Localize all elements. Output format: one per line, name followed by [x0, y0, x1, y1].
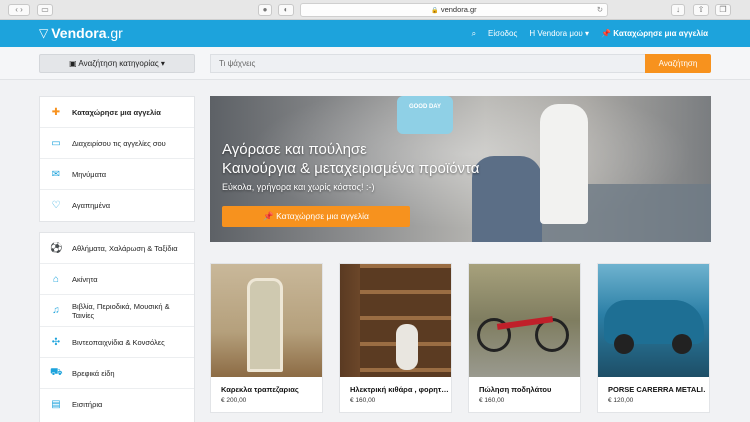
sidebar-item-video-games[interactable]: ✣ Βιντεοπαιχνίδια & Κονσόλες	[40, 327, 194, 358]
sidebar-item-favorites[interactable]: ♡ Αγαπημένα	[40, 190, 194, 221]
sidebar-item-label: Μηνύματα	[72, 169, 107, 179]
hero-person-image	[472, 156, 542, 242]
hero-title-line: Αγόρασε και πούλησε	[222, 141, 367, 158]
sidebar-item-label: Αθλήματα, Χαλάρωση & Ταξίδια	[72, 243, 178, 253]
search-input[interactable]: Τι ψάχνεις	[210, 54, 646, 73]
sidebar-item-sports[interactable]: ⚽ Αθλήματα, Χαλάρωση & Ταξίδια	[40, 233, 194, 264]
sidebar-item-manage-ads[interactable]: ▭ Διαχειρίσου τις αγγελίες σου	[40, 128, 194, 159]
hero-banner: GOOD DAY Αγόρασε και πούλησε Καινούργια …	[210, 96, 711, 242]
lock-icon: 🔒	[431, 8, 439, 14]
account-menu: ✚ Καταχώρησε μια αγγελία ▭ Διαχειρίσου τις…	[39, 96, 195, 222]
hero-post-ad-button[interactable]: 📌 Καταχώρησε μια αγγελία	[222, 206, 410, 227]
search-button[interactable]: Αναζήτηση	[645, 54, 711, 73]
folder-icon: ▭	[51, 137, 61, 149]
back-forward-buttons[interactable]: ‹ ›	[8, 4, 30, 16]
sidebar-item-label: Βιβλία, Περιοδικά, Μουσική & Ταινίες	[72, 301, 170, 320]
sidebar-item-post-ad[interactable]: ✚ Καταχώρησε μια αγγελία	[40, 97, 194, 128]
login-link[interactable]: Είσοδος	[488, 29, 517, 38]
pin-icon: 📌	[263, 211, 274, 221]
post-ad-label: Καταχώρησε μια αγγελία	[613, 29, 708, 38]
sidebar-item-label: Αγαπημένα	[72, 201, 111, 210]
stroller-icon: ⛟	[50, 366, 63, 378]
tabs-icon[interactable]: ❐	[715, 4, 731, 16]
ticket-icon: ▤	[51, 399, 61, 410]
listing-card[interactable]: Καρεκλα τραπεζαριας € 200,00	[210, 263, 323, 413]
sidebar-toggle-icon[interactable]: ▭	[37, 4, 53, 16]
sidebar-item-real-estate[interactable]: ⌂ Ακίνητα	[40, 264, 194, 295]
listing-image	[469, 264, 580, 377]
browser-toolbar: ‹ › ▭ ● ◐ 🔒 vendora.gr ↻ ↓ ⇧ ❐	[0, 0, 750, 20]
briefcase-icon: ▣	[69, 59, 77, 68]
listing-price: € 120,00	[608, 397, 634, 404]
listing-price: € 160,00	[350, 397, 376, 404]
download-icon[interactable]: ↓	[671, 4, 685, 16]
listing-card[interactable]: Ηλεκτρική κιθάρα , φορητ… € 160,00	[339, 263, 452, 413]
mail-icon: ✉	[51, 168, 61, 180]
listing-card[interactable]: PORSE CARERRA METALI… € 120,00	[597, 263, 710, 413]
sidebar-item-baby[interactable]: ⛟ Βρεφικά είδη	[40, 358, 194, 389]
post-ad-link[interactable]: 📌 Καταχώρησε μια αγγελία	[601, 29, 708, 38]
listing-image	[598, 264, 709, 377]
gamepad-icon: ✣	[51, 336, 61, 348]
header-nav: ⌕ Είσοδος Η Vendora μου ▾ 📌 Καταχώρησε μ…	[472, 20, 708, 47]
sidebar-item-label: Ακίνητα	[72, 274, 98, 284]
listing-price: € 160,00	[479, 397, 505, 404]
hero-person-image	[540, 104, 588, 224]
pin-icon: 📌	[601, 29, 611, 38]
search-bar: ▣ Αναζήτηση κατηγορίας ▾ Τι ψάχνεις Αναζ…	[0, 47, 750, 80]
address-bar[interactable]: 🔒 vendora.gr ↻	[300, 3, 608, 17]
sports-icon: ⚽	[50, 242, 63, 254]
listing-title: Ηλεκτρική κιθάρα , φορητ…	[350, 385, 448, 394]
listing-title: Πώληση ποδηλάτου	[479, 385, 552, 394]
category-menu: ⚽ Αθλήματα, Χαλάρωση & Ταξίδια ⌂ Ακίνητα ♫…	[39, 232, 195, 422]
hero-title-line: Καινούργια & μεταχειρισμένα προϊόντα	[222, 160, 480, 177]
car-wheel-shape	[672, 334, 692, 354]
category-search-label: Αναζήτηση κατηγορίας	[78, 59, 159, 68]
hero-cta-label: Καταχώρησε μια αγγελία	[276, 211, 369, 221]
car-wheel-shape	[614, 334, 634, 354]
sidebar-item-label: Βρεφικά είδη	[72, 368, 115, 378]
sidebar-item-books-music[interactable]: ♫ Βιβλία, Περιοδικά, Μουσική & Ταινίες	[40, 295, 194, 327]
category-search-button[interactable]: ▣ Αναζήτηση κατηγορίας ▾	[39, 54, 195, 73]
logo-v-icon: ▽	[39, 26, 49, 40]
guitar-shape	[396, 324, 418, 370]
hero-subtitle: Εύκολα, γρήγορα και χωρίς κόστος! :-)	[222, 182, 375, 192]
hero-title: Αγόρασε και πούλησε Καινούργια & μεταχει…	[222, 140, 479, 178]
my-vendora-label: Η Vendora μου	[529, 29, 583, 38]
music-icon: ♫	[52, 305, 60, 316]
reload-icon[interactable]: ↻	[597, 4, 603, 16]
listing-price: € 200,00	[221, 397, 247, 404]
url-text: vendora.gr	[440, 5, 477, 14]
listing-card[interactable]: Πώληση ποδηλάτου € 160,00	[468, 263, 581, 413]
listing-title: PORSE CARERRA METALI…	[608, 385, 706, 394]
chevron-down-icon: ▾	[160, 59, 165, 68]
listing-image	[340, 264, 451, 377]
search-icon[interactable]: ⌕	[472, 29, 476, 39]
sidebar-item-label: Διαχειρίσου τις αγγελίες σου	[72, 138, 166, 148]
sidebar-item-label: Βιντεοπαιχνίδια & Κονσόλες	[72, 337, 165, 347]
pinterest-icon[interactable]: ●	[258, 4, 272, 16]
sidebar-item-label: Εισιτήρια	[72, 400, 103, 409]
hero-pillow-image: GOOD DAY	[397, 96, 453, 134]
chair-shape	[247, 278, 283, 372]
listing-title: Καρεκλα τραπεζαριας	[221, 385, 299, 394]
house-icon: ⌂	[52, 273, 60, 285]
my-vendora-menu[interactable]: Η Vendora μου ▾	[529, 29, 589, 38]
sidebar-item-messages[interactable]: ✉ Μηνύματα	[40, 159, 194, 190]
extension-icon[interactable]: ◐	[278, 4, 294, 16]
logo-tld: .gr	[106, 25, 123, 41]
site-logo[interactable]: ▽ Vendora.gr	[39, 25, 123, 41]
logo-text: Vendora	[51, 25, 107, 41]
site-header: ▽ Vendora.gr ⌕ Είσοδος Η Vendora μου ▾ 📌…	[0, 20, 750, 47]
sidebar-item-label: Καταχώρησε μια αγγελία	[72, 107, 161, 117]
heart-icon: ♡	[51, 200, 61, 211]
sidebar-item-tickets[interactable]: ▤ Εισιτήρια	[40, 389, 194, 420]
pin-icon: ✚	[51, 106, 61, 118]
listing-image	[211, 264, 322, 377]
chevron-down-icon: ▾	[585, 29, 590, 38]
share-icon[interactable]: ⇧	[693, 4, 709, 16]
